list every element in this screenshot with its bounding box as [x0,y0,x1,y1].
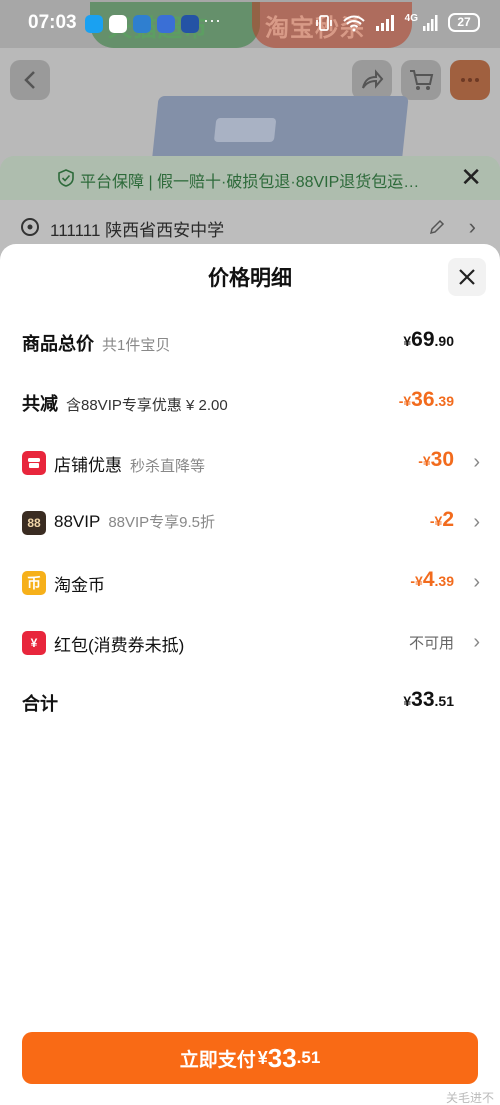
mail-app-icon [109,15,127,33]
share-button[interactable] [352,60,392,100]
row-sum: 合计 ¥33.51 [0,682,500,722]
chat-app-icon [85,15,103,33]
shield-icon [58,169,74,187]
signal-icon [375,14,394,31]
more-icon [461,78,479,82]
store-discount-label: 店铺优惠 秒杀直降等 [54,456,206,475]
wifi-icon [342,15,365,31]
battery-indicator: 27 [448,13,480,32]
cart-button[interactable] [401,60,441,100]
edit-icon[interactable] [428,218,446,236]
price-detail-sheet: 价格明细 商品总价 共1件宝贝 ¥69.90 共减 含88VIP专享优惠 ¥ 2.0… [0,244,500,1105]
reduction-amount: -¥36.39 [398,388,454,411]
guarantee-text: 平台保障 | 假一赔十·破损包退·88VIP退货包运… [80,174,420,191]
total-price-amount: ¥69.90 [403,328,454,351]
row-88vip-discount[interactable]: 88 88VIP 88VIP专享9.5折 -¥2 › [0,502,500,542]
reduction-detail-text: 含88VIP专享优惠 ¥ 2.00 [66,397,228,414]
close-button[interactable] [448,258,486,296]
row-store-discount[interactable]: 店铺优惠 秒杀直降等 -¥30 › [0,442,500,482]
status-bar: 07:03 ··· 4G 27 [0,0,500,48]
pay-now-button[interactable]: 立即支付 ¥ 33 .51 [22,1032,478,1084]
location-pin-icon [21,218,39,236]
more-notifications-icon: ··· [203,10,221,30]
app-icon [157,15,175,33]
close-icon[interactable]: ✕ [460,162,482,193]
store-discount-detail: 秒杀直降等 [130,458,206,475]
coin-icon: 币 [22,571,46,595]
cart-icon [410,70,434,90]
chevron-right-icon: › [468,214,476,239]
row-total-price: 商品总价 共1件宝贝 ¥69.90 [0,322,500,362]
chevron-right-icon: › [473,571,480,593]
guarantee-bar: 平台保障 | 假一赔十·破损包退·88VIP退货包运… ✕ [0,156,500,200]
chevron-right-icon: › [473,451,480,473]
total-price-label: 商品总价 共1件宝贝 [22,334,171,354]
network-type: 4G [404,13,418,24]
sum-label: 合计 [22,694,58,714]
88vip-icon: 88 [22,511,46,535]
chevron-left-icon [24,71,35,89]
chevron-right-icon: › [473,511,480,533]
watermark-text: 关毛进不 [445,1091,494,1105]
share-icon [362,69,384,89]
row-red-packet[interactable]: ¥ 红包(消费券未抵) 不可用 › [0,622,500,662]
taojinbi-label: 淘金币 [54,576,105,595]
reduction-label: 共减 含88VIP专享优惠 ¥ 2.00 [22,394,228,414]
store-discount-amount: -¥30 [418,448,454,471]
store-icon [22,451,46,475]
sheet-title: 价格明细 [208,267,292,290]
browser-app-icon [133,15,151,33]
88vip-label: 88VIP 88VIP专享9.5折 [54,512,216,531]
row-taojinbi[interactable]: 币 淘金币 -¥4.39 › [0,562,500,602]
signal-icon [423,14,438,31]
88vip-detail: 88VIP专享9.5折 [108,514,216,531]
red-packet-icon: ¥ [22,631,46,655]
vibrate-icon [315,14,332,31]
red-packet-label: 红包(消费券未抵) [54,636,185,655]
status-time: 07:03 [28,12,77,33]
close-icon [459,269,475,285]
pay-button-label: 立即支付 [179,1049,256,1071]
row-total-reduction: 共减 含88VIP专享优惠 ¥ 2.00 -¥36.39 [0,382,500,422]
item-count-text: 共1件宝贝 [102,337,171,354]
chevron-right-icon: › [473,631,480,653]
88vip-discount-amount: -¥2 [429,508,454,531]
back-button[interactable] [10,60,50,100]
app-icon [181,15,199,33]
red-packet-unavailable: 不可用 [408,635,454,652]
address-text: 111111 陕西省西安中学 [50,221,225,240]
taojinbi-amount: -¥4.39 [410,568,454,591]
more-button[interactable] [450,60,490,100]
sum-amount: ¥33.51 [403,688,454,711]
